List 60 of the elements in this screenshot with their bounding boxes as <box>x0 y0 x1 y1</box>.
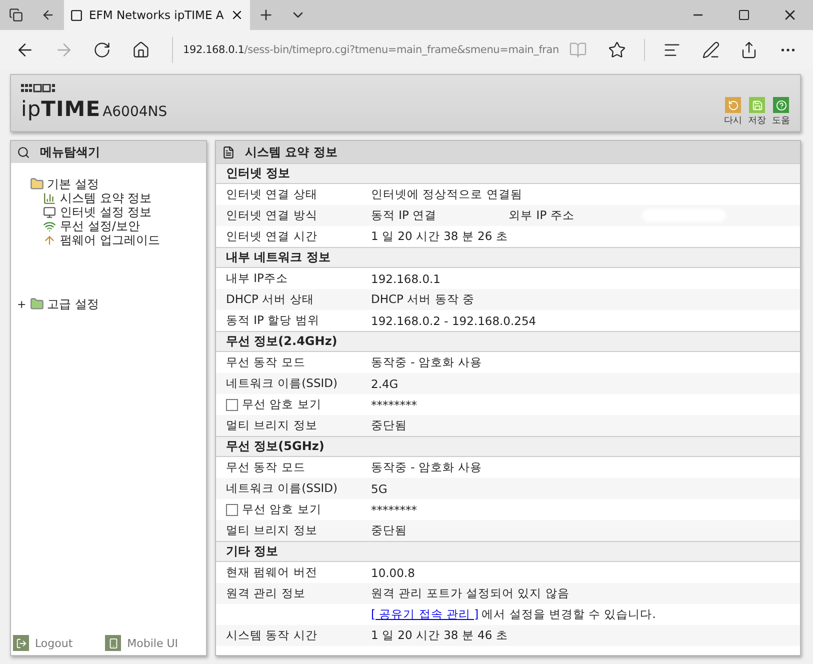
model-name: A6004NS <box>102 104 168 120</box>
row-label[interactable]: 무선 암호 보기 <box>242 502 322 517</box>
row-label: 인터넷 연결 방식 <box>226 208 318 223</box>
row-label: 멀티 브리지 정보 <box>226 418 318 433</box>
row-label: 무선 동작 모드 <box>226 355 306 370</box>
row-value: 동적 IP 연결 <box>371 208 437 223</box>
row-label: 멀티 브리지 정보 <box>226 523 318 538</box>
row-value: 1 일 20 시간 38 분 46 초 <box>371 628 508 643</box>
row-value: 192.168.0.2 - 192.168.0.254 <box>371 314 536 328</box>
browser-tab[interactable]: EFM Networks ipTIME A <box>64 0 250 30</box>
row-label: 네트워크 이름(SSID) <box>226 481 338 496</box>
brand-logo: ipTIME <box>21 97 101 121</box>
row-value: 동작중 - 암호화 사용 <box>371 460 482 475</box>
tree-item[interactable]: 무선 설정/보안 <box>60 218 140 234</box>
tree-item[interactable]: 고급 설정 <box>47 296 99 312</box>
row-value: DHCP 서버 동작 중 <box>371 292 474 307</box>
tree-item[interactable]: 인터넷 설정 정보 <box>60 204 152 220</box>
panel-title: 시스템 요약 정보 <box>245 144 338 160</box>
row-value: 2.4G <box>371 376 398 390</box>
row-value: 5G <box>371 482 388 496</box>
row-value: 중단됨 <box>371 523 407 538</box>
panel-title: 메뉴탐색기 <box>40 144 100 160</box>
section-header: 내부 네트워크 정보 <box>216 247 800 268</box>
row-label: 인터넷 연결 상태 <box>226 187 318 202</box>
row-label: 인터넷 연결 시간 <box>226 229 318 244</box>
save-button[interactable]: 저장 <box>748 97 766 127</box>
expand-toggle[interactable]: + <box>17 298 27 310</box>
row-value: 1 일 20 시간 38 분 26 초 <box>371 229 508 244</box>
section-header: 무선 정보(5GHz) <box>216 436 800 457</box>
row-value: 10.00.8 <box>371 566 415 580</box>
settings-link[interactable]: [ 공유기 접속 관리 ] <box>371 607 479 622</box>
row-value: 인터넷에 정상적으로 연결됨 <box>371 187 522 202</box>
row-label: 내부 IP주소 <box>226 271 288 286</box>
address-field[interactable]: 192.168.0.1/sess-bin/timepro.cgi?tmenu=main_frame&smenu=main_fran <box>172 37 559 63</box>
help-button[interactable]: 도움 <box>772 97 790 127</box>
row-value: 에서 설정을 변경할 수 있습니다. <box>482 607 656 622</box>
row-value: ******** <box>371 502 417 516</box>
row-label: 무선 동작 모드 <box>226 460 306 475</box>
row-value: 192.168.0.1 <box>371 272 440 286</box>
row-label: 시스템 동작 시간 <box>226 628 318 643</box>
logout-link[interactable]: Logout <box>13 635 73 651</box>
row-label: DHCP 서버 상태 <box>226 292 314 307</box>
row-label: 원격 관리 정보 <box>226 586 306 601</box>
row-value: 원격 관리 포트가 설정되어 있지 않음 <box>371 586 570 601</box>
row-label: 현재 펌웨어 버전 <box>226 565 318 580</box>
row-value: ******** <box>371 398 417 412</box>
section-header: 기타 정보 <box>216 541 800 562</box>
row-label: 외부 IP 주소 <box>508 208 574 223</box>
mobile-link[interactable]: Mobile UI <box>105 635 178 651</box>
tree-item[interactable]: 기본 설정 <box>47 176 99 192</box>
section-header: 무선 정보(2.4GHz) <box>216 331 800 352</box>
row-label: 동적 IP 할당 범위 <box>226 313 320 328</box>
row-label[interactable]: 무선 암호 보기 <box>242 397 322 412</box>
row-value: 동작중 - 암호화 사용 <box>371 355 482 370</box>
section-header: 인터넷 정보 <box>216 163 800 184</box>
tree-item[interactable]: 시스템 요약 정보 <box>60 190 152 206</box>
row-label: 네트워크 이름(SSID) <box>226 376 338 391</box>
refresh-button[interactable]: 다시 <box>724 97 742 127</box>
row-value: 중단됨 <box>371 418 407 433</box>
tree-item[interactable]: 펌웨어 업그레이드 <box>60 232 160 248</box>
